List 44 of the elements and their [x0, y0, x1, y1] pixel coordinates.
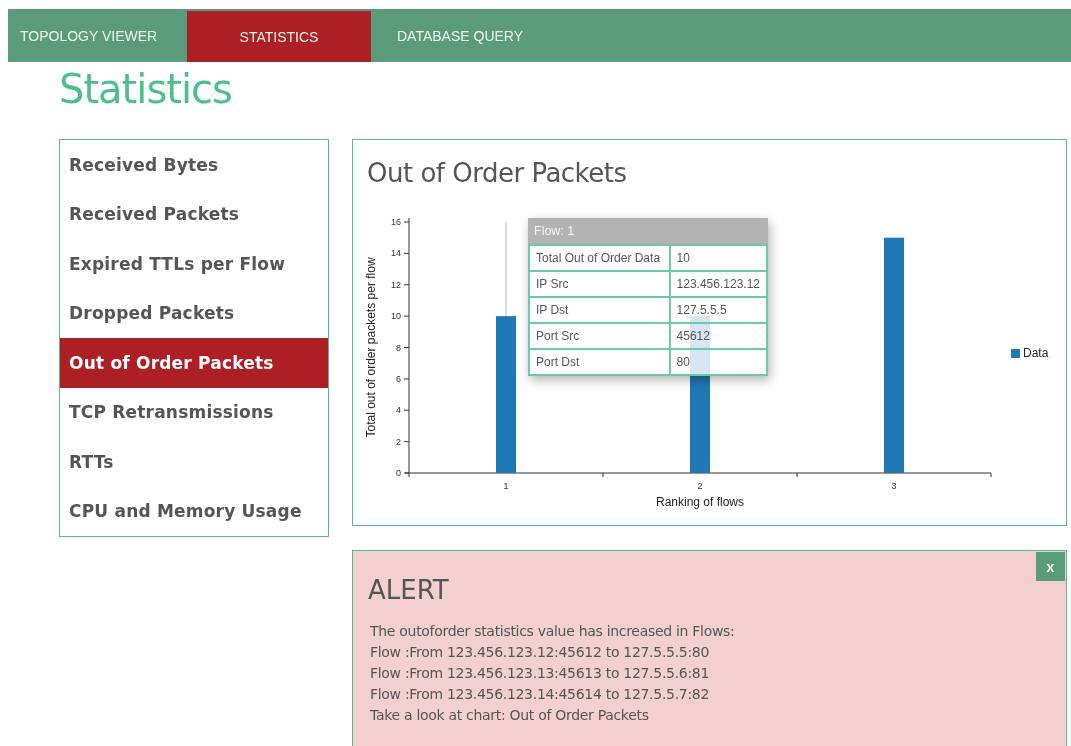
tooltip-label: IP Dst: [529, 297, 670, 323]
x-tick-label: 3: [891, 481, 897, 491]
tooltip-label: Port Src: [529, 323, 670, 349]
tooltip-label: Total Out of Order Data: [529, 245, 670, 271]
menu-item[interactable]: Received Bytes: [60, 140, 328, 190]
menu-item[interactable]: Dropped Packets: [60, 288, 328, 338]
y-tick-label: 2: [395, 436, 401, 447]
tooltip-label: Port Dst: [529, 349, 670, 375]
chart-title: Out of Order Packets: [367, 158, 627, 188]
tooltip-title: Flow: 1: [528, 218, 768, 244]
tooltip-value: 80: [669, 349, 767, 375]
menu-item[interactable]: Out of Order Packets: [60, 338, 328, 388]
alert-message-line: Flow :From 123.456.123.13:45613 to 127.5.5.6:81: [370, 664, 710, 683]
y-tick-label: 14: [390, 248, 401, 259]
legend-item[interactable]: Data: [1011, 346, 1049, 360]
y-axis-title: Total out of order packets per flow: [364, 257, 378, 438]
alert-message-line: The outoforder statistics value has increased in Flows:: [370, 622, 735, 641]
y-tick-label: 10: [390, 311, 401, 322]
alert-message-line: Flow :From 123.456.123.14:45614 to 127.5.5.7:82: [370, 685, 710, 704]
page-title: Statistics: [59, 66, 232, 112]
tooltip-value: 45612: [669, 323, 767, 349]
menu-item[interactable]: TCP Retransmissions: [60, 387, 328, 437]
menu-item[interactable]: RTTs: [60, 437, 328, 487]
menu-item[interactable]: CPU and Memory Usage: [60, 486, 328, 536]
alert-title: ALERT: [368, 575, 449, 605]
x-axis-title: Ranking of flows: [656, 495, 744, 509]
y-tick-label: 4: [395, 405, 401, 416]
menu-item[interactable]: Expired TTLs per Flow: [60, 239, 328, 289]
tooltip-label: IP Src: [529, 271, 670, 297]
y-tick-label: 0: [395, 468, 401, 478]
y-tick-label: 6: [395, 373, 401, 384]
tooltip-value: 127.5.5.5: [669, 297, 767, 323]
alert-message-line: Take a look at chart: Out of Order Packets: [370, 706, 649, 725]
menu-item[interactable]: Received Packets: [60, 189, 328, 239]
y-tick-label: 16: [390, 217, 401, 227]
y-tick-label: 8: [395, 342, 401, 353]
legend-label: Data: [1023, 346, 1049, 360]
x-tick-label: 1: [503, 481, 509, 491]
x-tick-label: 2: [697, 481, 703, 491]
alert-message-line: Flow :From 123.456.123.12:45612 to 127.5.5.5:80: [370, 643, 710, 662]
nav-tab[interactable]: STATISTICS: [187, 11, 371, 62]
tooltip-value: 10: [669, 245, 767, 271]
tooltip-value: 123.456.123.12: [669, 271, 767, 297]
y-tick-label: 12: [390, 279, 401, 290]
